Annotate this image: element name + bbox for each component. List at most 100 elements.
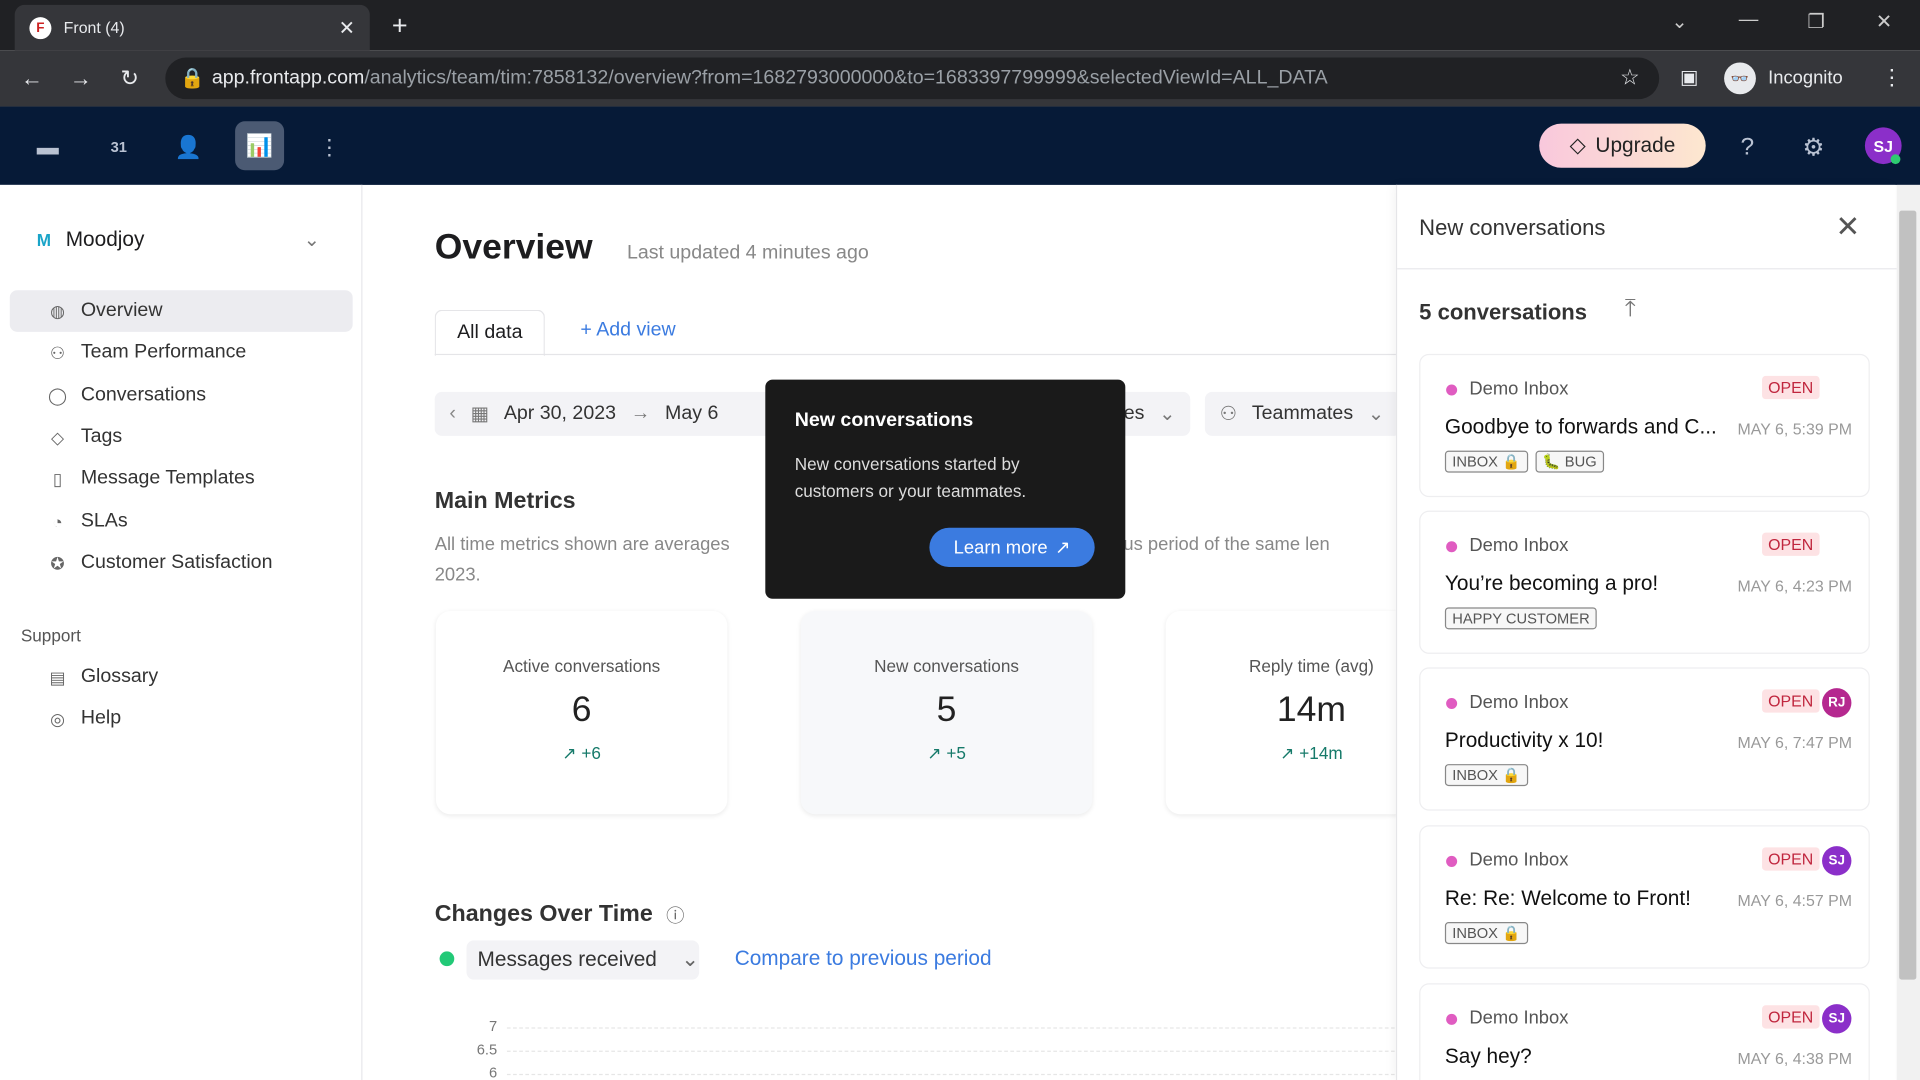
reload-icon[interactable]: ↻ — [105, 66, 154, 92]
metric-delta: +5 — [946, 743, 966, 763]
forward-icon[interactable]: → — [56, 66, 105, 92]
star-icon: ✪ — [50, 552, 65, 573]
incognito-icon: 👓 — [1724, 62, 1756, 95]
y-tick: 6.5 — [476, 1040, 498, 1058]
browser-menu-icon[interactable]: ⋮ — [1881, 65, 1903, 91]
tag-chip: HAPPY CUSTOMER — [1444, 607, 1598, 630]
y-tick: 6 — [488, 1064, 498, 1080]
back-icon[interactable]: ← — [7, 66, 56, 92]
add-view-button[interactable]: + Add view — [580, 320, 675, 342]
sidebar-item-overview[interactable]: ◍ Overview — [9, 290, 353, 332]
workspace-selector[interactable]: M Moodjoy — [37, 228, 145, 252]
gear-icon[interactable]: ⚙ — [1793, 126, 1835, 168]
tag-chip: INBOX 🔒 — [1444, 764, 1528, 787]
sidebar-item-message-templates[interactable]: ▯ Message Templates — [10, 458, 353, 500]
sidebar-item-tags[interactable]: ◇ Tags — [10, 416, 353, 458]
compare-link[interactable]: Compare to previous period — [735, 947, 992, 971]
upgrade-button[interactable]: ◇ Upgrade — [1539, 123, 1706, 168]
conversation-subject: Say hey? — [1444, 1044, 1532, 1068]
chevron-down-icon: ⌄ — [1367, 404, 1385, 425]
close-icon[interactable]: ✕ — [1836, 209, 1861, 245]
metric-card-new[interactable]: New conversations 5 ↗ +5 — [800, 611, 1093, 815]
browser-tab[interactable]: F Front (4) ✕ — [14, 4, 370, 51]
sidebar-item-glossary[interactable]: ▤ Glossary — [10, 656, 353, 698]
tag-icon: ◇ — [50, 426, 65, 447]
sidebar-item-label: Customer Satisfaction — [80, 552, 273, 574]
tag-chip: 🐛 BUG — [1535, 450, 1604, 473]
learn-more-button[interactable]: Learn more ↗ — [929, 527, 1095, 567]
trend-up-icon: ↗ — [927, 743, 947, 763]
inbox-name: Demo Inbox — [1469, 378, 1569, 400]
workspace-logo: M — [36, 230, 52, 250]
conversation-card[interactable]: Demo Inbox OPEN Goodbye to forwards and C… — [1419, 353, 1870, 498]
template-icon: ▯ — [52, 468, 63, 488]
teammates-filter[interactable]: ⚇ Teammates ⌄ — [1204, 391, 1401, 436]
inbox-icon[interactable]: ▬ — [27, 126, 69, 168]
calendar-icon[interactable]: 31 — [98, 126, 140, 168]
gridline — [506, 1027, 1401, 1029]
calendar-icon: ▦ — [470, 404, 490, 425]
metric-card-active[interactable]: Active conversations 6 ↗ +6 — [435, 611, 728, 815]
inbox-name: Demo Inbox — [1469, 849, 1569, 871]
conversation-card[interactable]: Demo Inbox OPEN RJ Productivity x 10! MAY … — [1419, 667, 1870, 811]
metric-select[interactable]: Messages received ⌄ — [466, 940, 700, 980]
url-field[interactable]: 🔒 app.frontapp.com/analytics/team/tim:785… — [165, 57, 1660, 100]
inbox-color-dot — [1446, 541, 1458, 553]
minimize-button[interactable]: — — [1739, 10, 1759, 32]
divider — [1397, 268, 1897, 270]
date-range-picker[interactable]: ‹ ▦ Apr 30, 2023 → May 6 — [434, 391, 778, 436]
sidebar-item-slas[interactable]: ◔ SLAs — [10, 501, 353, 543]
end-date: May 6 — [664, 402, 719, 424]
more-icon[interactable]: ⋮ — [309, 126, 351, 168]
metric-tooltip: New conversations New conversations star… — [765, 379, 1126, 599]
analytics-icon[interactable]: 📊 — [235, 121, 285, 171]
page-title: Overview — [434, 227, 593, 267]
help-icon[interactable]: ? — [1727, 126, 1769, 168]
calendar-day: 31 — [110, 138, 127, 156]
chevron-down-icon[interactable]: ⌄ — [304, 228, 320, 252]
new-tab-button[interactable]: + — [392, 10, 408, 42]
conversation-time: MAY 6, 7:47 PM — [1737, 733, 1852, 752]
sidebar-item-label: Conversations — [80, 384, 207, 406]
gridline — [506, 1050, 1401, 1052]
tab-search-icon[interactable]: ⌄ — [1671, 10, 1687, 34]
sidebar-item-conversations[interactable]: ◯ Conversations — [10, 375, 353, 417]
metric-delta: +6 — [581, 743, 601, 763]
status-badge: OPEN — [1762, 532, 1820, 556]
changes-heading: Changes Over Time — [434, 901, 653, 927]
scrollbar-thumb[interactable] — [1899, 210, 1917, 980]
sidebar-item-team-performance[interactable]: ⚇ Team Performance — [10, 332, 353, 374]
chevron-left-icon[interactable]: ‹ — [449, 403, 456, 425]
sidebar-item-help[interactable]: ◎ Help — [10, 698, 353, 740]
timer-icon: ◔ — [52, 511, 63, 532]
desc-text-tail: evious period of the same len — [1089, 533, 1330, 555]
assignee-avatar: SJ — [1822, 846, 1852, 876]
sidebar-item-customer-satisfaction[interactable]: ✪ Customer Satisfaction — [10, 542, 353, 584]
online-status-dot — [1890, 154, 1901, 165]
info-icon[interactable]: ⓘ — [666, 902, 684, 928]
contacts-icon[interactable]: 👤 — [168, 126, 210, 168]
tag-chip: INBOX 🔒 — [1444, 922, 1528, 945]
tab-label: All data — [457, 322, 523, 343]
y-tick: 7 — [488, 1017, 498, 1035]
inboxes-label: es — [1123, 402, 1145, 424]
conversation-card[interactable]: Demo Inbox OPEN You’re becoming a pro! MA… — [1419, 510, 1870, 654]
metric-title: Active conversations — [503, 656, 661, 676]
close-window-button[interactable]: ✕ — [1876, 10, 1892, 34]
support-heading: Support — [20, 625, 81, 646]
conversation-card[interactable]: Demo Inbox OPEN SJ Say hey? MAY 6, 4:38 PM — [1419, 983, 1870, 1080]
sidebar-item-label: Team Performance — [80, 341, 247, 363]
restore-button[interactable]: ❐ — [1807, 10, 1825, 34]
close-tab-icon[interactable]: ✕ — [339, 15, 355, 39]
export-icon[interactable]: ⤒ — [1625, 295, 1636, 323]
sidebar-item-label: Help — [80, 707, 122, 729]
bookmark-star-icon[interactable]: ☆ — [1620, 65, 1640, 91]
learn-more-label: Learn more — [953, 536, 1048, 558]
tab-all-data[interactable]: All data — [434, 309, 545, 357]
sidepanel-icon[interactable]: ▣ — [1680, 65, 1699, 89]
diamond-icon: ◇ — [1569, 133, 1586, 157]
url-host: app.frontapp.com — [211, 67, 365, 89]
conversation-card[interactable]: Demo Inbox OPEN SJ Re: Re: Welcome to Fron… — [1419, 825, 1870, 969]
inbox-name: Demo Inbox — [1469, 1007, 1569, 1029]
incognito-label[interactable]: Incognito — [1768, 67, 1843, 88]
